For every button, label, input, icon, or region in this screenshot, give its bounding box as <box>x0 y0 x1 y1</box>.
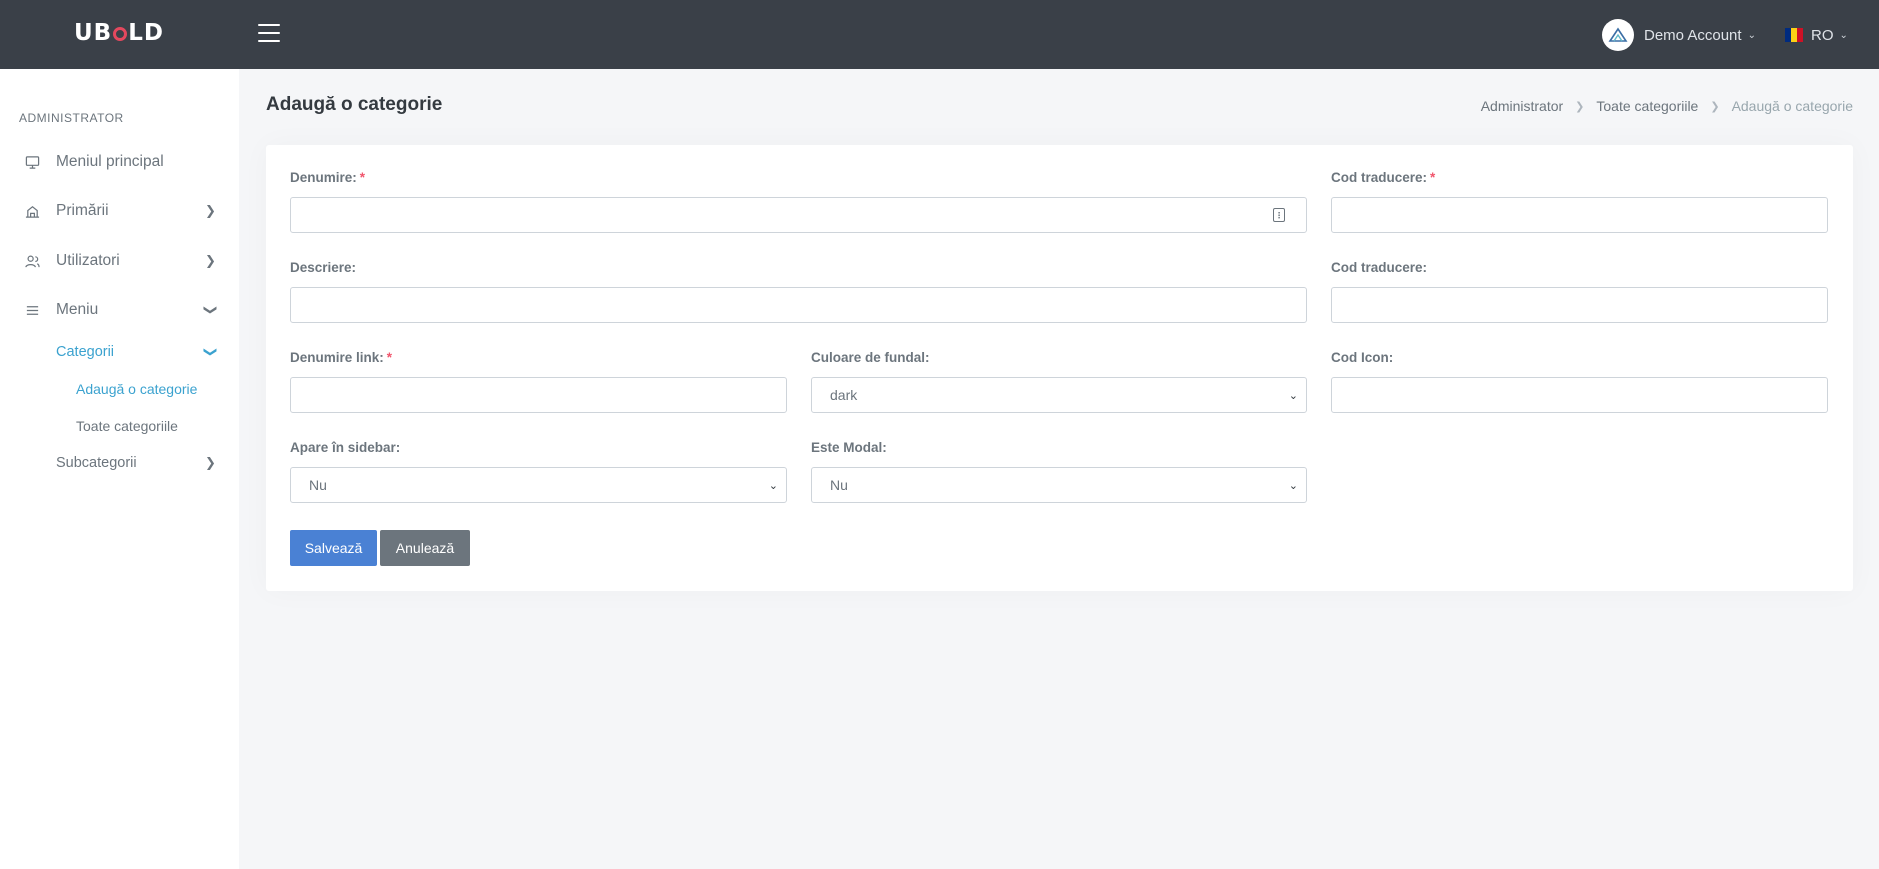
cancel-button[interactable]: Anulează <box>380 530 470 566</box>
account-menu[interactable]: Demo Account ⌄ <box>1602 19 1756 51</box>
chevron-down-icon: ⌄ <box>1288 479 1298 492</box>
breadcrumb-toate-categoriile[interactable]: Toate categoriile <box>1596 98 1698 114</box>
culoare-fundal-select[interactable]: dark ⌄ <box>811 377 1307 413</box>
sidebar-item-primarii[interactable]: Primării ❯ <box>0 194 239 228</box>
sidebar: ADMINISTRATOR Meniul principal Primării … <box>0 69 239 869</box>
culoare-fundal-value: dark <box>830 387 858 403</box>
cod-icon-label: Cod Icon: <box>1331 350 1394 365</box>
apare-sidebar-select[interactable]: Nu ⌄ <box>290 467 787 503</box>
logo[interactable]: UB LD <box>74 20 164 46</box>
language-label: RO <box>1811 26 1834 44</box>
chevron-right-icon: ❯ <box>205 253 216 268</box>
list-icon <box>24 302 40 318</box>
denumire-label-text: Denumire: <box>290 170 357 185</box>
page-title: Adaugă o categorie <box>266 94 443 115</box>
sidebar-subitem-subcategorii[interactable]: Subcategorii ❯ <box>56 451 226 475</box>
sidebar-item-label: Meniul principal <box>56 153 164 170</box>
denumire-input[interactable] <box>290 197 1307 233</box>
apare-sidebar-label: Apare în sidebar: <box>290 440 401 455</box>
sidebar-item-utilizatori[interactable]: Utilizatori ❯ <box>0 244 239 278</box>
account-name: Demo Account <box>1644 26 1742 44</box>
mountain-logo-icon <box>1608 27 1628 42</box>
form-card: Denumire: * ⋮ Cod traducere: * Descriere: … <box>266 145 1853 591</box>
sidebar-item-meniu[interactable]: Meniu ❯ <box>0 293 239 327</box>
monitor-icon <box>24 154 40 170</box>
breadcrumb-administrator[interactable]: Administrator <box>1481 98 1563 114</box>
sidebar-subsubitem-adauga-categorie[interactable]: Adaugă o categorie <box>76 378 197 400</box>
sidebar-subsubitem-toate-categoriile[interactable]: Toate categoriile <box>76 415 178 437</box>
denumire-link-label: Denumire link: * <box>290 350 392 365</box>
cod-traducere-descriere-label: Cod traducere: <box>1331 260 1428 275</box>
required-mark: * <box>359 170 366 185</box>
logo-text-end: LD <box>128 20 164 46</box>
chevron-down-icon: ⌄ <box>1839 29 1848 41</box>
logo-ring-icon <box>113 27 128 41</box>
required-mark: * <box>1430 170 1436 185</box>
chevron-down-icon: ❯ <box>203 346 219 358</box>
building-icon <box>24 203 40 219</box>
denumire-link-input[interactable] <box>290 377 787 413</box>
cod-traducere-label: Cod traducere: * <box>1331 170 1435 185</box>
chevron-right-icon: ❯ <box>205 203 216 218</box>
romania-flag-icon <box>1785 28 1803 42</box>
denumire-label: Denumire: * <box>290 170 365 185</box>
cod-traducere-label-text: Cod traducere: <box>1331 170 1428 185</box>
este-modal-value: Nu <box>830 477 848 493</box>
descriere-input[interactable] <box>290 287 1307 323</box>
denumire-link-label-text: Denumire link: <box>290 350 384 365</box>
chevron-down-icon: ⌄ <box>1747 29 1756 41</box>
sidebar-item-label: Primării <box>56 202 109 219</box>
sidebar-section-title: ADMINISTRATOR <box>19 111 124 125</box>
chevron-down-icon: ⌄ <box>1288 389 1298 402</box>
cod-traducere-input[interactable] <box>1331 197 1828 233</box>
apare-sidebar-value: Nu <box>309 477 327 493</box>
required-mark: * <box>386 350 393 365</box>
users-icon <box>24 253 40 269</box>
este-modal-label: Este Modal: <box>811 440 887 455</box>
logo-text-start: UB <box>74 20 113 46</box>
cod-icon-input[interactable] <box>1331 377 1828 413</box>
sidebar-item-label: Utilizatori <box>56 252 120 269</box>
descriere-label: Descriere: <box>290 260 357 275</box>
breadcrumb: Administrator ❯ Toate categoriile ❯ Adau… <box>1481 98 1853 114</box>
language-selector[interactable]: RO ⌄ <box>1785 19 1848 51</box>
chevron-down-icon: ⌄ <box>768 479 778 492</box>
sidebar-subitem-label: Categorii <box>56 344 115 360</box>
cod-traducere-descriere-input[interactable] <box>1331 287 1828 323</box>
sidebar-item-label: Meniu <box>56 301 99 318</box>
topbar: UB LD Demo Account ⌄ RO ⌄ <box>0 0 1879 69</box>
sidebar-item-meniul-principal[interactable]: Meniul principal <box>0 145 239 179</box>
sidebar-subitem-categorii[interactable]: Categorii ❯ <box>56 340 226 364</box>
culoare-fundal-label: Culoare de fundal: <box>811 350 930 365</box>
este-modal-select[interactable]: Nu ⌄ <box>811 467 1307 503</box>
sidebar-subitem-label: Subcategorii <box>56 455 137 471</box>
chevron-down-icon: ❯ <box>203 304 219 316</box>
avatar <box>1602 19 1634 51</box>
hamburger-icon[interactable] <box>258 24 280 42</box>
breadcrumb-current: Adaugă o categorie <box>1731 98 1853 114</box>
chevron-right-icon: ❯ <box>1575 100 1585 113</box>
chevron-right-icon: ❯ <box>205 455 216 470</box>
save-button[interactable]: Salvează <box>290 530 377 566</box>
password-manager-icon[interactable]: ⋮ <box>1273 208 1285 222</box>
chevron-right-icon: ❯ <box>1710 100 1720 113</box>
